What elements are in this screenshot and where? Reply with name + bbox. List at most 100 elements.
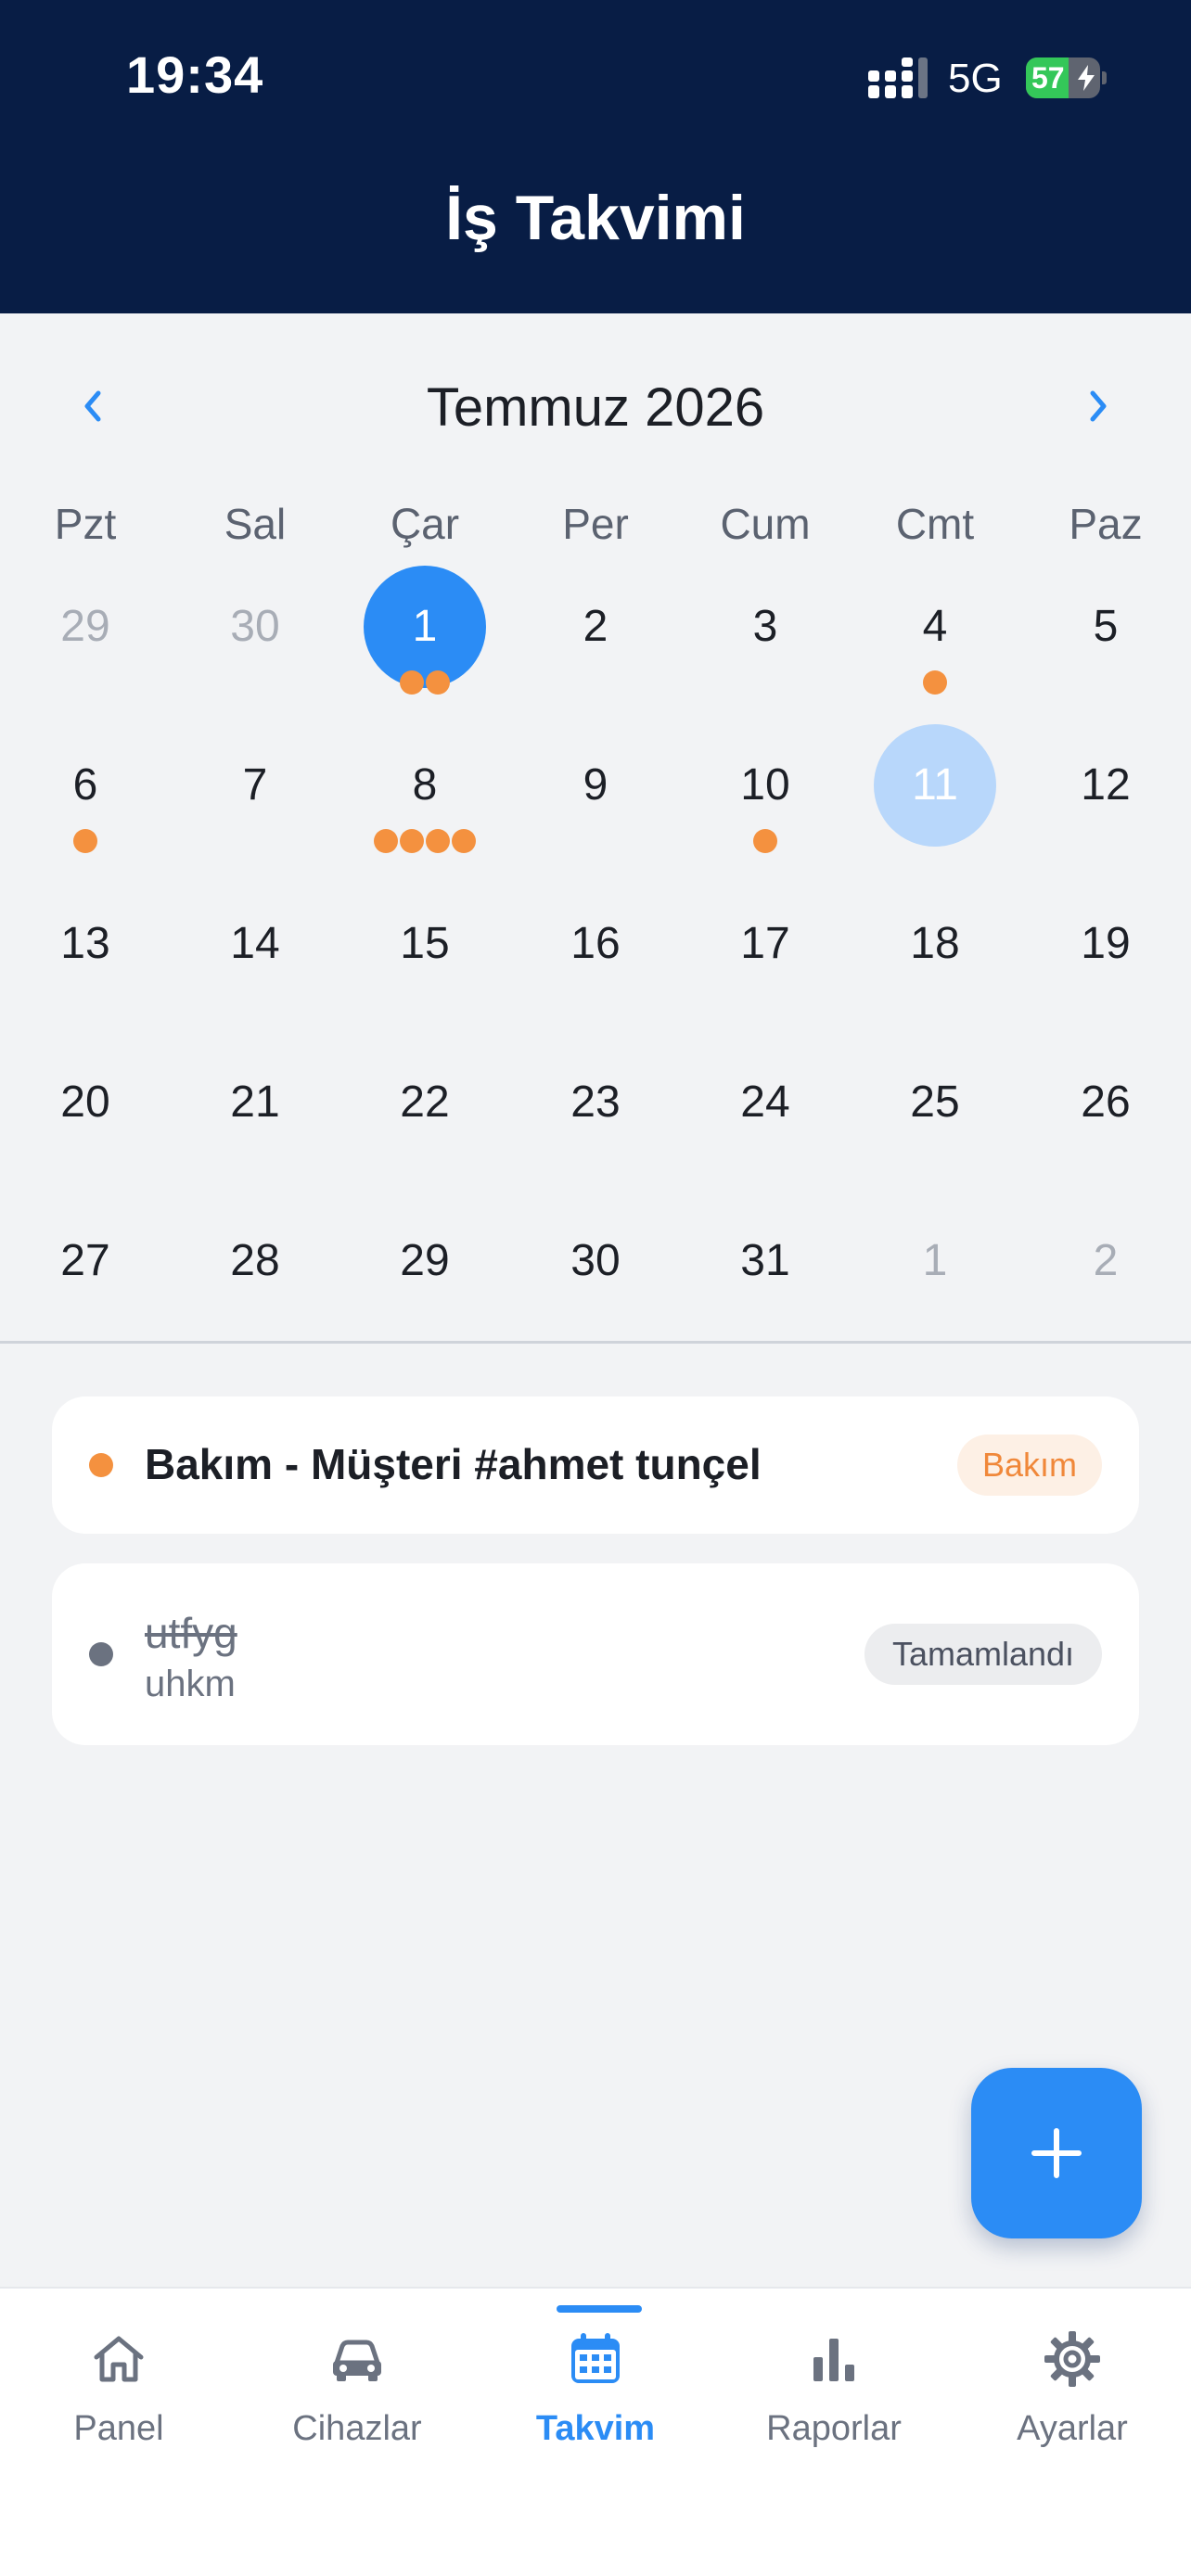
tab-cihazlar[interactable]: Cihazlar [238,2289,476,2455]
signal-strength-icon [868,57,928,98]
tab-ayarlar[interactable]: Ayarlar [954,2289,1191,2455]
weekday-label: Per [562,500,629,548]
day-number: 23 [570,1078,621,1127]
calendar-icon [571,2333,620,2383]
event-card[interactable]: Bakım - Müşteri #ahmet tunçel Bakım [52,1396,1139,1534]
event-subtitle: uhkm [145,1664,236,1704]
calendar-day[interactable]: 14 [170,883,340,1041]
weekday-label: Sal [224,500,287,548]
calendar-day[interactable]: 29 [0,566,171,724]
calendar-day[interactable]: 16 [510,883,681,1041]
app-header: 19:34 5G 57 İş Takvimi [0,0,1191,313]
event-indicator-dots [339,829,510,853]
weekday-label: Paz [1069,500,1143,548]
calendar-day[interactable]: 27 [0,1200,171,1358]
day-number: 20 [60,1078,110,1127]
day-number: 18 [910,919,960,968]
add-event-button[interactable] [971,2068,1142,2238]
day-number: 1 [412,602,438,651]
event-dot [452,829,476,853]
day-number: 28 [230,1236,280,1285]
tab-takvim[interactable]: Takvim [477,2289,714,2455]
day-number: 16 [570,919,621,968]
day-number: 24 [740,1078,790,1127]
calendar-day[interactable]: 20 [0,1041,171,1200]
calendar-day[interactable]: 2 [1020,1200,1191,1358]
car-icon [333,2340,381,2381]
calendar-day[interactable]: 22 [339,1041,510,1200]
calendar-day[interactable]: 13 [0,883,171,1041]
tab-label: Cihazlar [292,2409,422,2448]
calendar-day[interactable]: 30 [510,1200,681,1358]
day-number: 27 [60,1236,110,1285]
calendar-day[interactable]: 12 [1020,724,1191,883]
calendar-day[interactable]: 31 [680,1200,851,1358]
day-number: 10 [740,760,790,810]
calendar-day[interactable]: 19 [1020,883,1191,1041]
calendar-day[interactable]: 10 [680,724,851,883]
day-number: 29 [400,1236,450,1285]
day-number: 8 [412,760,438,810]
event-dot [400,829,424,853]
tab-label: Raporlar [766,2409,902,2448]
event-dot [374,829,398,853]
event-dot [923,670,947,695]
tab-panel[interactable]: Panel [0,2289,237,2455]
network-type: 5G [948,56,1003,101]
battery-level: 57 [1031,61,1065,95]
month-label: Temmuz 2026 [426,377,765,438]
home-icon [94,2336,144,2382]
calendar-day[interactable]: 24 [680,1041,851,1200]
calendar-day[interactable]: 3 [680,566,851,724]
bar-chart-icon [813,2339,854,2381]
tab-label: Ayarlar [1017,2409,1128,2448]
calendar-day[interactable]: 17 [680,883,851,1041]
bottom-tab-bar: Panel Cihazlar Takvim Raporlar Ayarlar [0,2287,1191,2576]
day-number: 14 [230,919,280,968]
tab-raporlar[interactable]: Raporlar [715,2289,953,2455]
day-number: 19 [1081,919,1131,968]
active-tab-indicator [557,2305,642,2313]
day-number: 2 [583,602,608,651]
calendar-day[interactable]: 6 [0,724,171,883]
calendar-day[interactable]: 8 [339,724,510,883]
event-status-dot [89,1453,113,1477]
day-number: 30 [570,1236,621,1285]
calendar-day[interactable]: 26 [1020,1041,1191,1200]
event-indicator-dots [680,829,851,853]
day-number: 15 [400,919,450,968]
calendar-day[interactable]: 7 [170,724,340,883]
day-number: 12 [1081,760,1131,810]
calendar-day[interactable]: 1 [850,1200,1020,1358]
day-number: 1 [922,1236,948,1285]
calendar-day[interactable]: 15 [339,883,510,1041]
calendar-day[interactable]: 4 [850,566,1020,724]
calendar-day[interactable]: 2 [510,566,681,724]
calendar-day[interactable]: 29 [339,1200,510,1358]
day-number: 29 [60,602,110,651]
calendar-divider [0,1341,1191,1344]
day-number: 22 [400,1078,450,1127]
calendar-day[interactable]: 21 [170,1041,340,1200]
calendar-day[interactable]: 25 [850,1041,1020,1200]
status-time: 19:34 [126,45,264,104]
calendar-day[interactable]: 28 [170,1200,340,1358]
event-type-badge: Bakım [957,1435,1102,1496]
calendar-day[interactable]: 5 [1020,566,1191,724]
calendar-day[interactable]: 18 [850,883,1020,1041]
day-number: 30 [230,602,280,651]
calendar-day-selected[interactable]: 1 [339,566,510,724]
event-status-dot [89,1642,113,1666]
calendar-day[interactable]: 30 [170,566,340,724]
event-title: Bakım - Müşteri #ahmet tunçel [145,1440,762,1488]
calendar-day[interactable]: 23 [510,1041,681,1200]
plus-icon [1031,2128,1082,2178]
calendar-day-today[interactable]: 11 [850,724,1020,883]
next-month-button[interactable] [1061,369,1135,443]
weekday-label: Cum [720,500,811,548]
charging-bolt-icon [1078,65,1095,91]
day-number: 4 [922,602,948,651]
day-number: 5 [1093,602,1119,651]
event-card[interactable]: utfyg uhkm Tamamlandı [52,1563,1139,1745]
calendar-day[interactable]: 9 [510,724,681,883]
